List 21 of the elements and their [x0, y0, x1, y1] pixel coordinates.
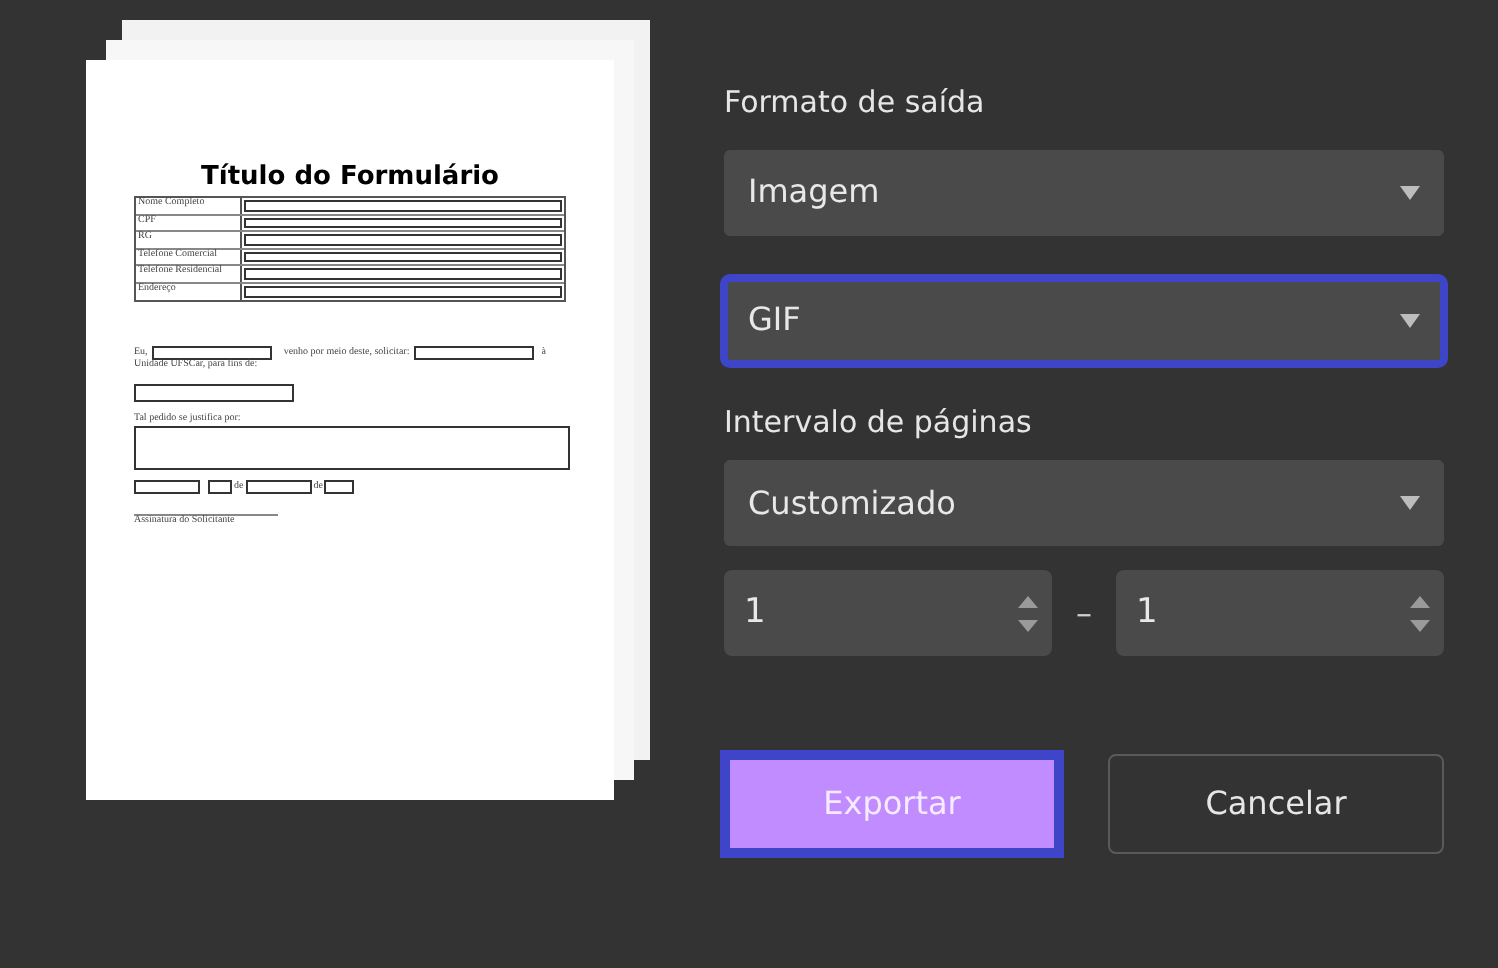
cancel-button[interactable]: Cancelar: [1108, 754, 1444, 854]
document-title: Título do Formulário: [199, 162, 501, 192]
stepper-icon[interactable]: [1016, 591, 1040, 635]
form-field: [134, 480, 200, 494]
dropdown[interactable]: GIF: [724, 277, 1444, 363]
dropdown[interactable]: Customizado: [724, 460, 1444, 546]
dropdown[interactable]: Imagem: [724, 149, 1444, 235]
section-label: Formato de saída: [724, 82, 987, 124]
caret-icon: [1400, 185, 1420, 199]
form-field: [245, 480, 312, 494]
form-field: [413, 346, 534, 360]
form-field: [324, 480, 355, 494]
caret-icon: [1400, 496, 1420, 510]
number-field[interactable]: 1: [1116, 570, 1444, 656]
number-field[interactable]: 1: [724, 570, 1052, 656]
form-field: [151, 346, 272, 360]
stepper-icon[interactable]: [1408, 591, 1432, 635]
caret-icon: [1400, 313, 1420, 327]
section-label: Intervalo de páginas: [724, 401, 1034, 443]
form-field: [208, 480, 232, 494]
range-separator: –: [1076, 591, 1092, 635]
